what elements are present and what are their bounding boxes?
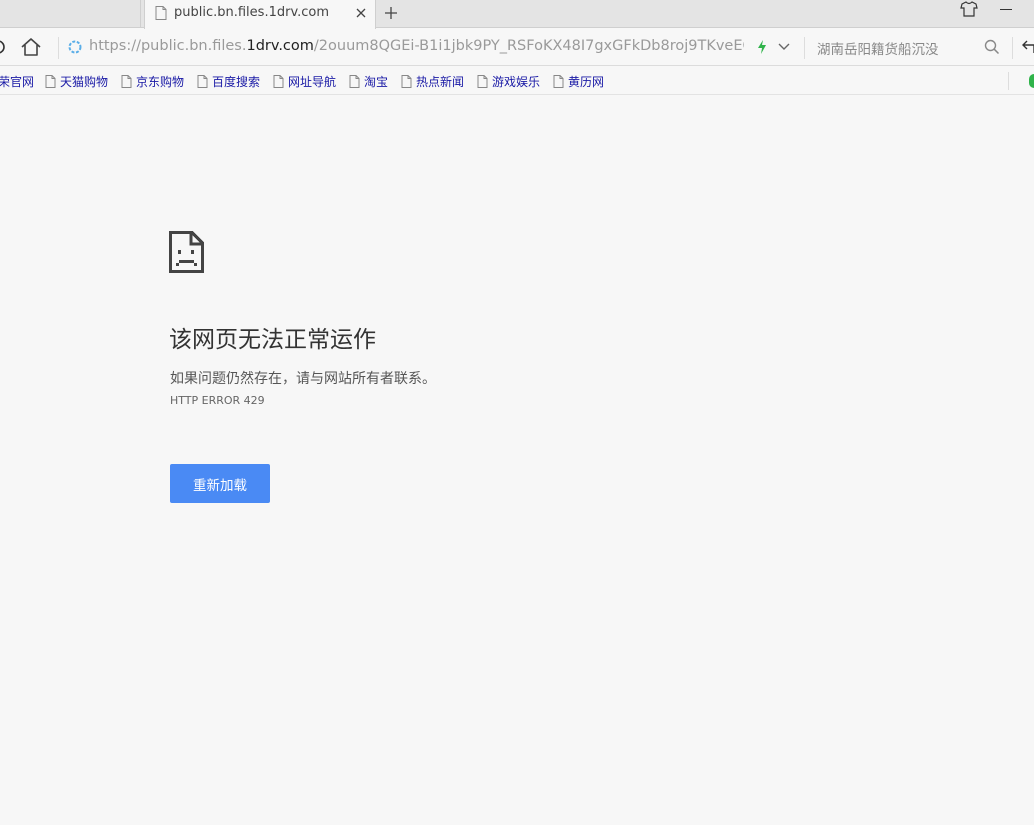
bookmark-label: 网址导航 (288, 75, 337, 89)
search-icon[interactable] (984, 39, 1000, 55)
divider (58, 37, 59, 59)
page-icon (401, 75, 412, 88)
bookmark-item[interactable]: 荣官网 (0, 73, 34, 90)
bookmark-item[interactable]: 淘宝 (349, 73, 388, 90)
bookmark-item[interactable]: 游戏娱乐 (477, 73, 540, 90)
skin-shirt-icon[interactable] (960, 1, 978, 17)
chevron-down-icon[interactable] (777, 42, 791, 52)
bookmark-label: 百度搜索 (212, 75, 261, 89)
url-path: /2ouum8QGEi-B1i1jbk9PY_RSFoKX48I7gxGFkDb… (313, 38, 744, 54)
tab-active[interactable]: public.bn.files.1drv.com (144, 0, 376, 29)
bookmark-label: 天猫购物 (60, 75, 109, 89)
status-indicator-icon[interactable] (1029, 74, 1034, 88)
page-icon (553, 75, 564, 88)
sad-page-icon (169, 231, 204, 273)
url-text[interactable]: https://public.bn.files.1drv.com/2ouum8Q… (89, 38, 744, 54)
page-title: 该网页无法正常运作 (169, 327, 376, 353)
bookmark-item[interactable]: 热点新闻 (401, 73, 464, 90)
bookmark-item[interactable]: 黄历网 (553, 73, 604, 90)
bookmarks-bar: 荣官网 天猫购物 京东购物 百度搜索 网址导航 淘宝 热点新闻 游戏娱乐 黄历网 (0, 67, 1034, 95)
loading-gear-icon[interactable] (67, 39, 83, 55)
lightning-icon[interactable] (756, 39, 768, 55)
error-message: 如果问题仍然存在，请与网站所有者联系。 (170, 371, 436, 387)
url-domain: 1drv.com (246, 38, 314, 54)
bookmark-label: 荣官网 (0, 75, 35, 89)
divider (1012, 37, 1013, 59)
search-input[interactable]: 湖南岳阳籍货船沉没 (817, 38, 939, 58)
new-tab-plus-icon[interactable] (383, 5, 399, 21)
divider (1008, 72, 1009, 90)
tab-title: public.bn.files.1drv.com (174, 5, 330, 20)
refresh-icon[interactable] (0, 39, 8, 55)
address-bar: https://public.bn.files.1drv.com/2ouum8Q… (0, 29, 1034, 66)
bookmark-label: 黄历网 (568, 75, 605, 89)
tab-previous[interactable] (0, 0, 141, 28)
page-icon (155, 6, 167, 20)
page-icon (477, 75, 488, 88)
close-icon[interactable] (355, 7, 367, 19)
bookmark-label: 热点新闻 (416, 75, 465, 89)
page-icon (273, 75, 284, 88)
page-icon (121, 75, 132, 88)
page-icon (45, 75, 56, 88)
page-icon (197, 75, 208, 88)
home-icon[interactable] (20, 37, 42, 57)
bookmark-label: 淘宝 (364, 75, 389, 89)
minimize-button[interactable] (1000, 9, 1012, 10)
bookmark-label: 京东购物 (136, 75, 185, 89)
bookmark-item[interactable]: 京东购物 (121, 73, 184, 90)
bookmark-item[interactable]: 天猫购物 (45, 73, 108, 90)
reload-button[interactable]: 重新加载 (170, 464, 270, 503)
bookmark-item[interactable]: 百度搜索 (197, 73, 260, 90)
page-icon (349, 75, 360, 88)
undo-arrow-icon[interactable] (1022, 39, 1034, 55)
divider (804, 37, 805, 59)
tab-strip: public.bn.files.1drv.com (0, 0, 1034, 29)
error-code: HTTP ERROR 429 (170, 394, 265, 407)
url-prefix: https://public.bn.files. (89, 38, 247, 54)
bookmark-item[interactable]: 网址导航 (273, 73, 336, 90)
bookmark-label: 游戏娱乐 (492, 75, 541, 89)
